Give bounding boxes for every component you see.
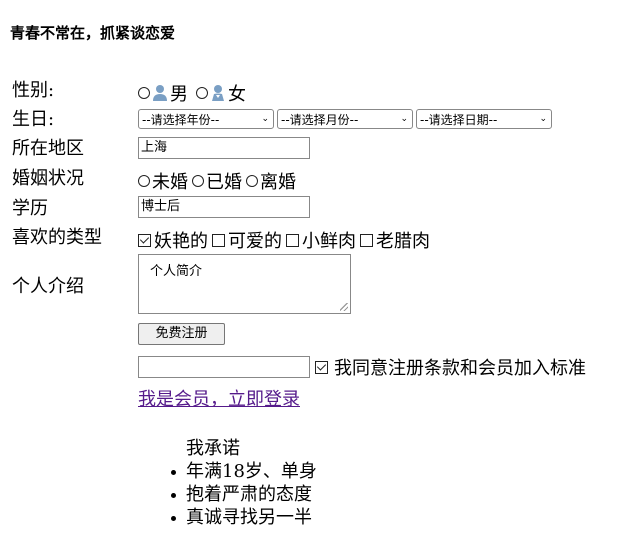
type-cute-label: 可爱的 <box>228 231 282 252</box>
register-button[interactable]: 免费注册 <box>138 323 225 345</box>
type-cute-checkbox[interactable] <box>212 233 225 247</box>
type-option-young[interactable]: 小鲜肉 <box>286 227 356 253</box>
chevron-down-icon: ⌄ <box>261 114 269 124</box>
gender-label: 性别: <box>12 80 55 101</box>
region-input[interactable]: 上海 <box>138 137 310 159</box>
login-link[interactable]: 我是会员，立即登录 <box>138 385 300 411</box>
type-glamorous-label: 妖艳的 <box>154 231 208 252</box>
agree-label: 我同意注册条款和会员加入标准 <box>334 358 586 379</box>
type-option-cute[interactable]: 可爱的 <box>212 227 282 253</box>
marital-label: 婚姻状况 <box>12 168 84 189</box>
marital-options: 未婚 已婚 离婚 <box>138 168 300 194</box>
intro-label: 个人介绍 <box>12 276 84 297</box>
region-row: 上海 <box>138 137 310 159</box>
birth-month-select[interactable]: --请选择月份-- ⌄ <box>277 109 413 129</box>
marital-option-divorced[interactable]: 离婚 <box>246 168 296 194</box>
gender-male-label: 男 <box>170 84 188 105</box>
promise-item: 年满18岁、单身 <box>168 460 317 483</box>
agree-checkbox[interactable] <box>315 360 328 374</box>
marital-divorced-label: 离婚 <box>260 172 296 193</box>
type-mature-label: 老腊肉 <box>376 231 430 252</box>
marital-single-label: 未婚 <box>152 172 188 193</box>
birth-month-value: --请选择月份-- <box>281 112 359 127</box>
page-title: 青春不常在，抓紧谈恋爱 <box>10 24 176 42</box>
promise-list: 年满18岁、单身 抱着严肃的态度 真诚寻找另一半 <box>168 460 317 529</box>
gender-option-male[interactable]: 男 <box>138 80 188 106</box>
birth-day-select[interactable]: --请选择日期-- ⌄ <box>416 109 552 129</box>
chevron-down-icon: ⌄ <box>539 114 547 124</box>
type-young-label: 小鲜肉 <box>302 231 356 252</box>
preferred-type-label: 喜欢的类型 <box>12 227 102 248</box>
marital-option-single[interactable]: 未婚 <box>138 168 188 194</box>
birthday-selects: --请选择年份-- ⌄ --请选择月份-- ⌄ --请选择日期-- ⌄ <box>138 109 555 129</box>
type-young-checkbox[interactable] <box>286 233 299 247</box>
marital-option-married[interactable]: 已婚 <box>192 168 242 194</box>
promise-title: 我承诺 <box>186 438 240 459</box>
resize-handle-icon[interactable] <box>340 303 348 311</box>
marital-divorced-radio[interactable] <box>246 175 258 187</box>
agree-input[interactable] <box>138 356 310 378</box>
gender-female-radio[interactable] <box>196 87 208 99</box>
intro-text: 个人简介 <box>150 264 203 279</box>
preferred-type-options: 妖艳的 可爱的 小鲜肉 老腊肉 <box>138 227 434 253</box>
education-input[interactable]: 博士后 <box>138 196 310 218</box>
education-row: 博士后 <box>138 196 310 218</box>
chevron-down-icon: ⌄ <box>400 114 408 124</box>
gender-option-female[interactable]: 女 <box>196 80 246 106</box>
marital-single-radio[interactable] <box>138 175 150 187</box>
female-user-icon <box>212 85 224 101</box>
type-option-glamorous[interactable]: 妖艳的 <box>138 227 208 253</box>
marital-married-label: 已婚 <box>206 172 242 193</box>
birth-day-value: --请选择日期-- <box>420 112 498 127</box>
birthday-label: 生日: <box>12 109 55 130</box>
birth-year-select[interactable]: --请选择年份-- ⌄ <box>138 109 274 129</box>
promise-item: 抱着严肃的态度 <box>168 483 317 506</box>
type-mature-checkbox[interactable] <box>360 233 373 247</box>
intro-textarea[interactable]: 个人简介 <box>138 254 351 314</box>
type-option-mature[interactable]: 老腊肉 <box>360 227 430 253</box>
gender-options: 男 女 <box>138 80 250 106</box>
gender-male-radio[interactable] <box>138 87 150 99</box>
agree-row: 我同意注册条款和会员加入标准 <box>138 354 586 380</box>
gender-female-label: 女 <box>228 84 246 105</box>
education-label: 学历 <box>12 198 48 219</box>
promise-item: 真诚寻找另一半 <box>168 506 317 529</box>
type-glamorous-checkbox[interactable] <box>138 233 151 247</box>
birth-year-value: --请选择年份-- <box>142 112 220 127</box>
marital-married-radio[interactable] <box>192 175 204 187</box>
male-user-icon <box>153 85 167 101</box>
region-label: 所在地区 <box>12 138 84 159</box>
